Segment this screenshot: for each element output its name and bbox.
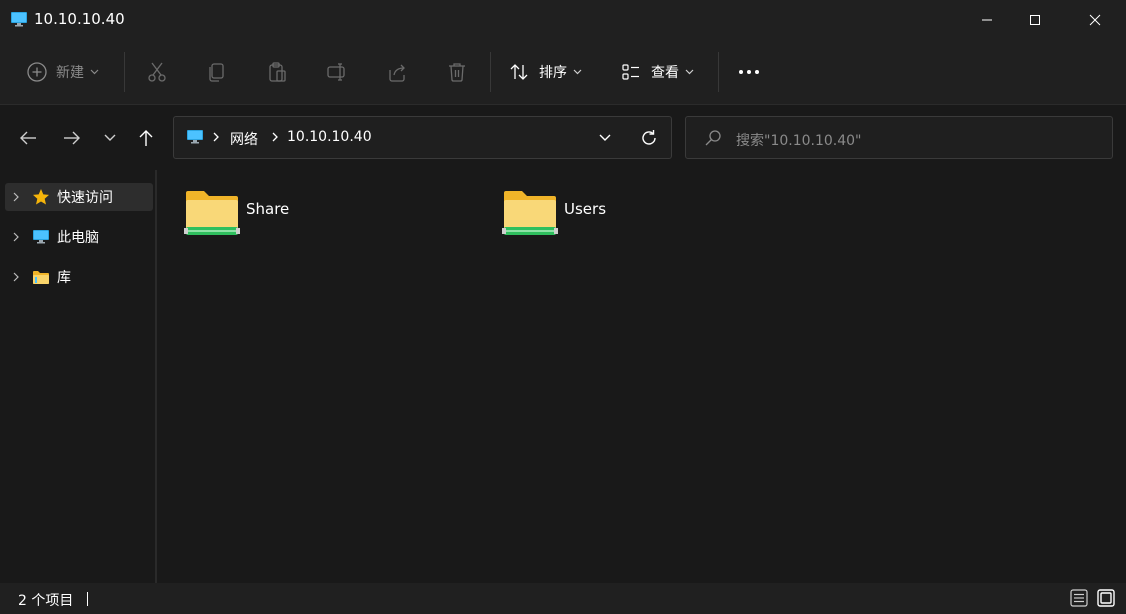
close-button[interactable] [1072,0,1118,40]
sidebar-item-label: 库 [57,270,71,286]
trash-icon [449,63,465,82]
sort-button[interactable]: 排序 [509,53,582,91]
cut-button[interactable] [145,60,169,84]
sidebar-item-libraries[interactable]: 库 [5,263,153,291]
large-icons-view-button[interactable] [1095,587,1117,609]
arrow-left-icon [20,131,36,145]
sort-arrows-icon [510,64,528,80]
sidebar-item-quick-access[interactable]: 快速访问 [5,183,153,211]
chevron-right-icon[interactable] [12,191,20,203]
large-icons-view-icon [1097,589,1115,607]
maximize-icon [1030,15,1040,25]
paste-button[interactable] [265,60,289,84]
rename-icon [327,63,345,81]
search-input[interactable]: 搜索"10.10.10.40" [685,116,1113,159]
copy-button[interactable] [205,60,229,84]
folder-item-share[interactable]: Share [184,187,289,241]
folder-item-users[interactable]: Users [502,187,606,241]
toolbar-divider [718,52,719,92]
breadcrumb-network[interactable]: 网络 [230,129,258,149]
toolbar-divider [490,52,491,92]
search-icon [705,130,721,146]
view-button-label: 查看 [651,65,679,81]
clipboard-icon [269,62,286,82]
sidebar-item-label: 快速访问 [57,190,113,206]
shared-folder-icon [184,191,240,235]
details-view-icon [1070,589,1088,607]
chevron-right-icon [213,132,219,142]
breadcrumb-host[interactable]: 10.10.10.40 [287,129,372,145]
more-options-button[interactable] [737,60,761,84]
search-placeholder: 搜索"10.10.10.40" [736,133,862,149]
maximize-button[interactable] [1012,0,1058,40]
forward-button[interactable] [60,126,84,150]
scissors-icon [148,62,166,82]
share-button[interactable] [385,60,409,84]
minimize-button[interactable] [964,0,1010,40]
sidebar-item-this-pc[interactable]: 此电脑 [5,223,153,251]
library-folder-icon [33,271,49,284]
shared-folder-icon [502,191,558,235]
sort-button-label: 排序 [539,65,567,81]
copy-icon [209,63,224,82]
chevron-down-icon [573,69,582,75]
plus-circle-icon [27,62,47,82]
command-bar: 新建 排序 查看 [0,40,1126,105]
status-bar: 2 个项目 [0,583,1126,614]
toolbar-divider [124,52,125,92]
sidebar-item-label: 此电脑 [57,230,99,246]
chevron-down-icon[interactable] [598,130,612,144]
details-view-button[interactable] [1068,587,1090,609]
title-bar: 10.10.10.40 [0,0,1126,40]
address-bar[interactable]: 网络 10.10.10.40 [173,116,672,159]
chevron-down-icon [685,69,694,75]
minimize-icon [982,19,992,21]
new-button[interactable]: 新建 [26,53,99,91]
folder-label: Users [564,200,607,218]
chevron-right-icon[interactable] [12,271,20,283]
chevron-right-icon[interactable] [12,231,20,243]
computer-icon [187,130,203,144]
rename-button[interactable] [325,60,349,84]
computer-icon [33,230,49,244]
star-icon [33,189,49,205]
arrow-right-icon [64,131,80,145]
status-divider [87,592,88,606]
chevron-right-icon [272,132,278,142]
refresh-icon[interactable] [639,128,659,148]
view-layout-icon [622,64,639,80]
more-options-icon [739,70,759,74]
arrow-up-icon [139,130,153,146]
network-computer-icon [11,12,27,27]
navigation-pane: 快速访问 此电脑 库 [0,170,157,583]
view-button[interactable]: 查看 [621,53,694,91]
delete-button[interactable] [445,60,469,84]
close-icon [1089,14,1101,26]
recent-locations-button[interactable] [98,126,122,150]
up-button[interactable] [134,126,158,150]
item-count: 2 个项目 [18,593,74,609]
file-list: Share Users [159,170,1126,583]
chevron-down-icon [90,69,99,75]
chevron-down-icon [104,134,116,141]
back-button[interactable] [16,126,40,150]
new-button-label: 新建 [56,65,84,81]
folder-label: Share [246,200,290,218]
window-title: 10.10.10.40 [34,10,125,28]
share-icon [389,64,405,82]
